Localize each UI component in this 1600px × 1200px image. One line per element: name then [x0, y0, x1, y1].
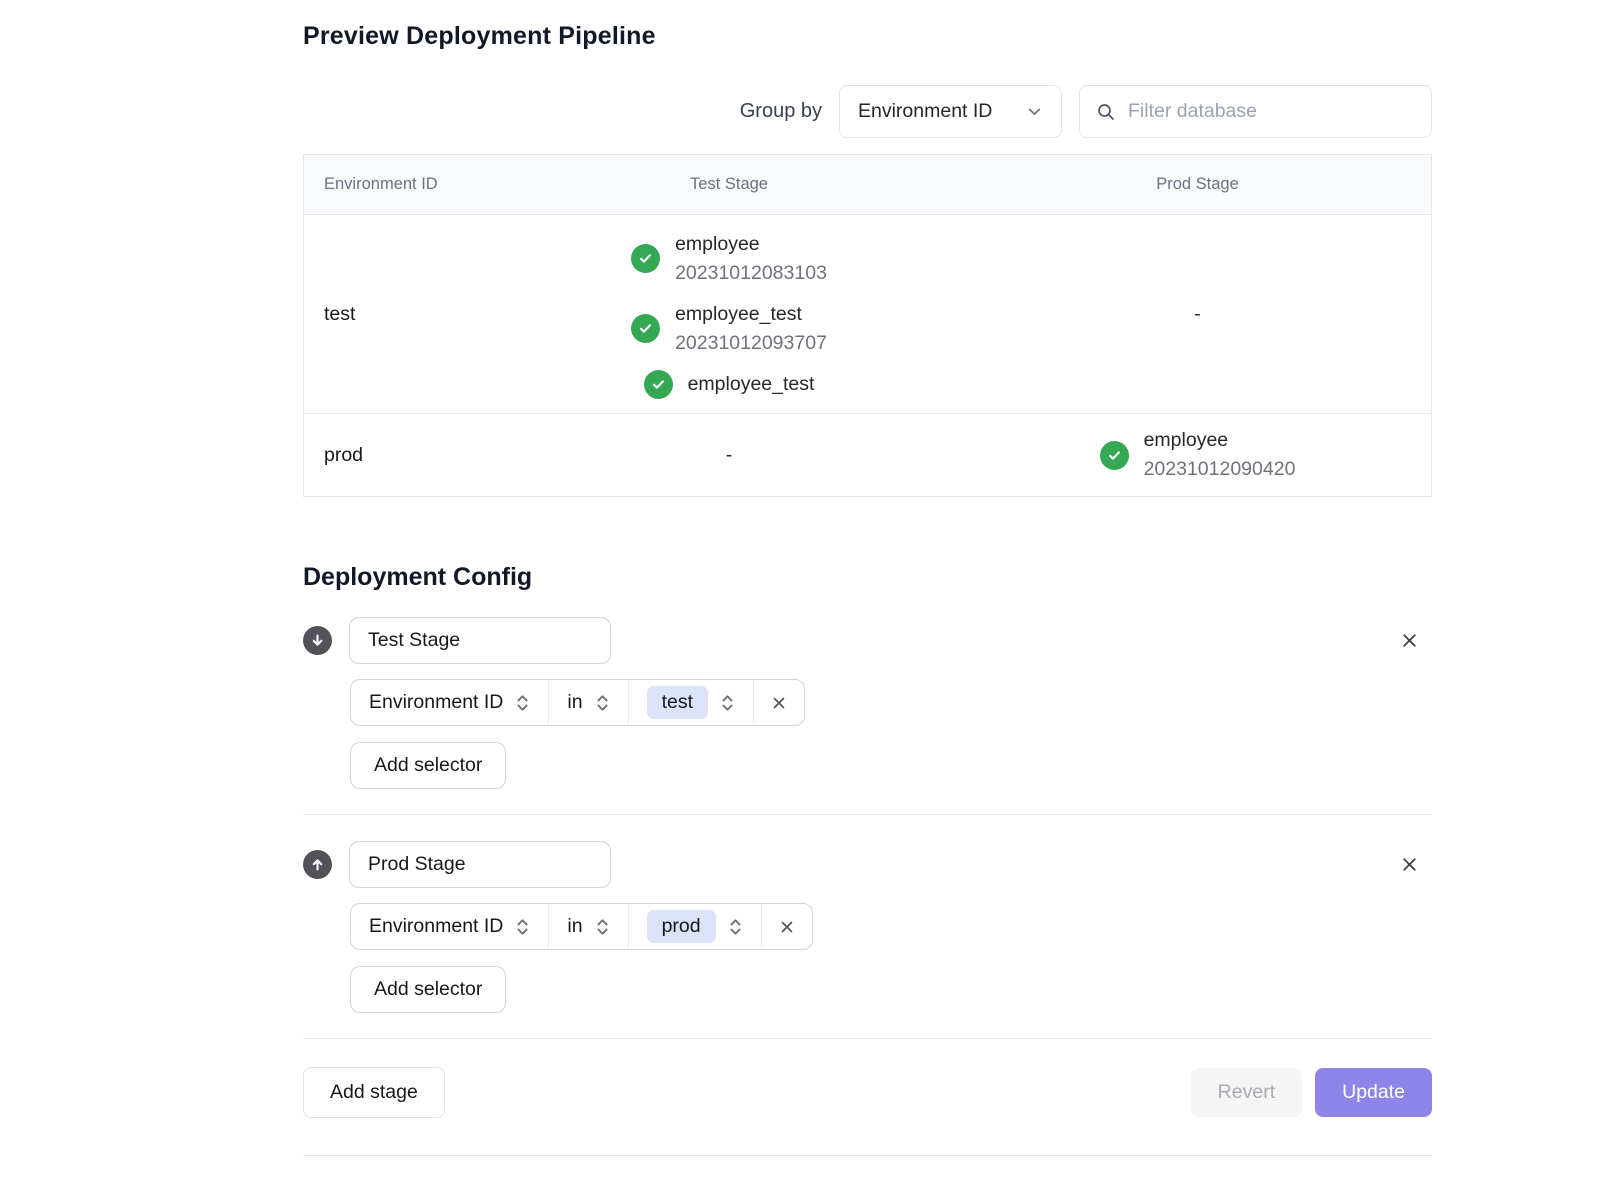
success-check-icon	[631, 314, 660, 343]
test-stage-cell: employee 20231012083103 employee_test 20…	[494, 230, 964, 399]
selector-key-value: Environment ID	[369, 915, 503, 938]
selector-key-select[interactable]: Environment ID	[351, 680, 548, 725]
database-version: 20231012083103	[675, 259, 827, 288]
pipeline-table: Environment ID Test Stage Prod Stage tes…	[303, 154, 1432, 497]
column-header-environment-id: Environment ID	[304, 175, 494, 194]
database-version: 20231012090420	[1144, 455, 1296, 484]
arrow-up-circle-icon	[303, 850, 332, 879]
footer-right-actions: Revert Update	[1191, 1068, 1432, 1117]
column-header-test-stage: Test Stage	[494, 175, 964, 194]
database-item: employee 20231012083103	[631, 230, 827, 288]
updown-chevrons-icon	[720, 693, 735, 713]
pipeline-table-header: Environment ID Test Stage Prod Stage	[304, 155, 1431, 214]
selector-operator-value: in	[567, 915, 582, 938]
group-by-select[interactable]: Environment ID	[839, 85, 1062, 138]
page-title: Preview Deployment Pipeline	[303, 22, 1432, 51]
remove-selector-close-icon[interactable]	[753, 680, 804, 725]
stage-head	[303, 841, 1432, 888]
updown-chevrons-icon	[595, 917, 610, 937]
empty-stage-placeholder: -	[1194, 303, 1201, 326]
selector-row: Environment ID in test	[350, 679, 805, 726]
success-check-icon	[644, 370, 673, 399]
page-content: Preview Deployment Pipeline Group by Env…	[303, 0, 1432, 1156]
stage-name-input[interactable]	[349, 617, 611, 664]
column-header-prod-stage: Prod Stage	[964, 175, 1431, 194]
database-item: employee 20231012090420	[1100, 426, 1296, 484]
database-name: employee	[675, 230, 827, 259]
selector-operator-select[interactable]: in	[548, 904, 627, 949]
success-check-icon	[1100, 441, 1129, 470]
database-label: employee_test 20231012093707	[675, 300, 827, 358]
remove-stage-close-icon[interactable]	[1399, 854, 1420, 875]
test-stage-cell: -	[494, 444, 964, 467]
stage-divider	[303, 1038, 1432, 1039]
success-check-icon	[631, 244, 660, 273]
group-by-label: Group by	[740, 100, 822, 123]
updown-chevrons-icon	[515, 917, 530, 937]
remove-stage-close-icon[interactable]	[1399, 630, 1420, 651]
selector-operator-select[interactable]: in	[548, 680, 627, 725]
database-item: employee_test 20231012093707	[631, 300, 827, 358]
updown-chevrons-icon	[595, 693, 610, 713]
database-name: employee	[1144, 426, 1296, 455]
database-label: employee 20231012090420	[1144, 426, 1296, 484]
add-selector-button[interactable]: Add selector	[350, 966, 506, 1013]
selector-value-tag: test	[647, 686, 708, 719]
database-item: employee_test	[644, 370, 815, 399]
footer-actions: Add stage Revert Update	[303, 1067, 1432, 1118]
arrow-down-circle-icon	[303, 626, 332, 655]
selector-key-select[interactable]: Environment ID	[351, 904, 548, 949]
prod-stage-cell: employee 20231012090420	[964, 426, 1431, 484]
update-button[interactable]: Update	[1315, 1068, 1432, 1117]
group-by-selected-value: Environment ID	[858, 100, 992, 123]
revert-button[interactable]: Revert	[1191, 1068, 1302, 1117]
bottom-divider	[303, 1155, 1432, 1156]
updown-chevrons-icon	[515, 693, 530, 713]
database-label: employee_test	[688, 370, 815, 399]
remove-selector-close-icon[interactable]	[761, 904, 812, 949]
selector-value-tag: prod	[647, 910, 716, 943]
selector-row: Environment ID in prod	[350, 903, 813, 950]
table-row: test employee 20231012083103	[304, 214, 1431, 413]
database-label: employee 20231012083103	[675, 230, 827, 288]
stage-divider	[303, 814, 1432, 815]
environment-id-cell: test	[304, 303, 494, 326]
chevron-down-icon	[1026, 103, 1043, 120]
database-name: employee_test	[675, 300, 827, 329]
filter-database-box	[1079, 85, 1432, 138]
database-version: 20231012093707	[675, 329, 827, 358]
selector-operator-value: in	[567, 691, 582, 714]
prod-stage-cell: -	[964, 303, 1431, 326]
table-row: prod - employee 20231012090420	[304, 413, 1431, 496]
environment-id-cell: prod	[304, 444, 494, 467]
search-icon	[1096, 102, 1116, 122]
table-controls: Group by Environment ID	[303, 85, 1432, 138]
add-selector-button[interactable]: Add selector	[350, 742, 506, 789]
selector-values-select[interactable]: test	[628, 680, 753, 725]
stage-name-input[interactable]	[349, 841, 611, 888]
stage-head	[303, 617, 1432, 664]
selector-values-select[interactable]: prod	[628, 904, 761, 949]
stage-config-test: Environment ID in test	[303, 617, 1432, 815]
filter-database-input[interactable]	[1128, 100, 1415, 123]
deployment-config-title: Deployment Config	[303, 563, 1432, 592]
selector-key-value: Environment ID	[369, 691, 503, 714]
empty-stage-placeholder: -	[726, 444, 733, 467]
add-stage-button[interactable]: Add stage	[303, 1067, 445, 1118]
updown-chevrons-icon	[728, 917, 743, 937]
stage-config-prod: Environment ID in prod	[303, 841, 1432, 1039]
database-name: employee_test	[688, 370, 815, 399]
